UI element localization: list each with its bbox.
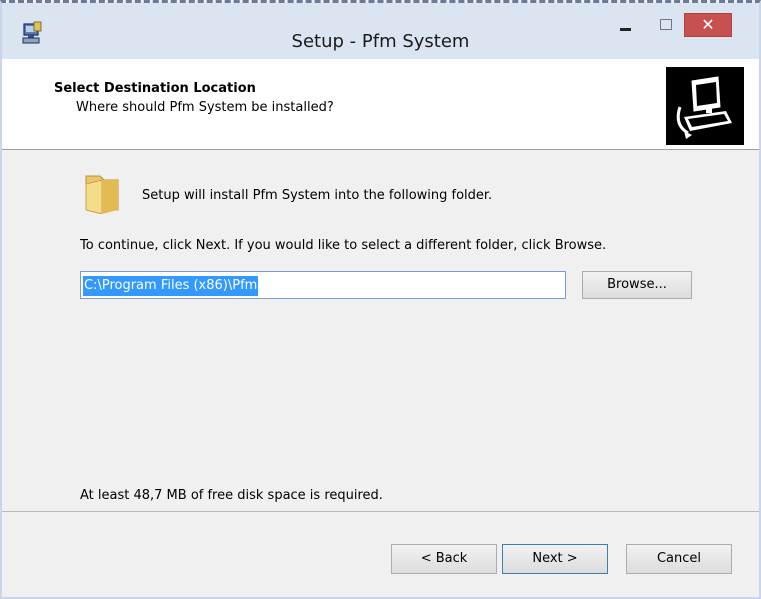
minimize-icon bbox=[620, 28, 631, 31]
maximize-button[interactable] bbox=[648, 13, 684, 37]
wizard-footer: < Back Next > Cancel bbox=[2, 511, 759, 598]
destination-path-input[interactable]: C:\Program Files (x86)\Pfm bbox=[80, 271, 566, 299]
folder-icon bbox=[85, 175, 119, 214]
page-subtitle: Where should Pfm System be installed? bbox=[76, 100, 334, 115]
next-button[interactable]: Next > bbox=[502, 544, 608, 574]
back-button[interactable]: < Back bbox=[391, 544, 497, 574]
page-title: Select Destination Location bbox=[54, 81, 256, 96]
browse-button[interactable]: Browse... bbox=[582, 271, 692, 299]
continue-message: To continue, click Next. If you would li… bbox=[80, 238, 607, 253]
wizard-content: Setup will install Pfm System into the f… bbox=[2, 150, 759, 510]
title-bar[interactable]: Setup - Pfm System ✕ bbox=[2, 3, 759, 59]
install-message: Setup will install Pfm System into the f… bbox=[142, 188, 493, 203]
cancel-button[interactable]: Cancel bbox=[626, 544, 732, 574]
minimize-button[interactable] bbox=[606, 13, 646, 37]
disk-space-message: At least 48,7 MB of free disk space is r… bbox=[80, 488, 383, 503]
destination-path-value: C:\Program Files (x86)\Pfm bbox=[83, 276, 259, 296]
setup-window: Setup - Pfm System ✕ Select Destination … bbox=[0, 0, 761, 599]
maximize-icon bbox=[660, 19, 672, 30]
wizard-header: Select Destination Location Where should… bbox=[2, 59, 759, 150]
close-button[interactable]: ✕ bbox=[684, 13, 732, 37]
close-icon: ✕ bbox=[701, 15, 715, 34]
computer-install-icon bbox=[666, 67, 744, 145]
